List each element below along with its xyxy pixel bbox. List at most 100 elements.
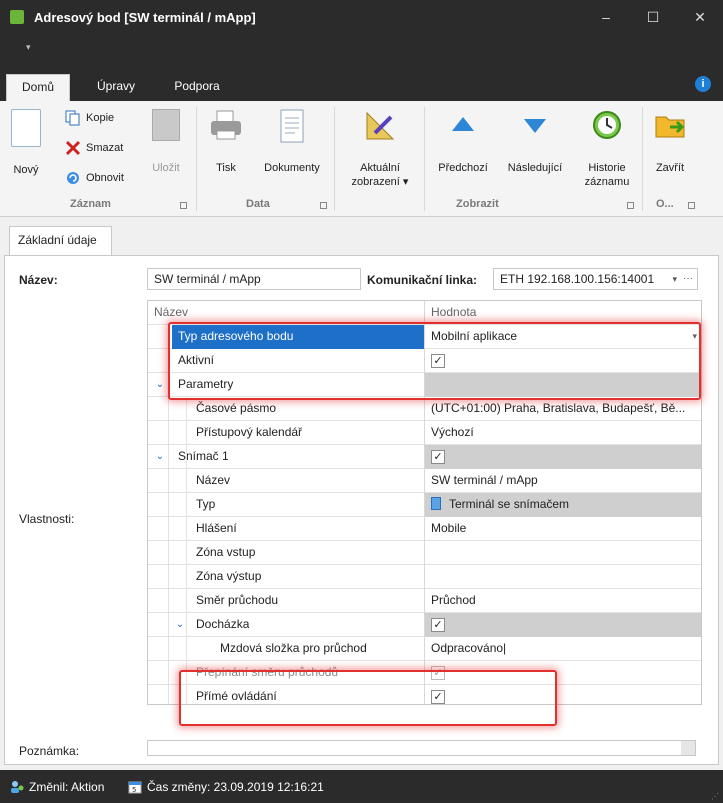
group-launcher-icon[interactable] (320, 202, 327, 209)
tab-home[interactable]: Domů (6, 74, 70, 102)
clock-history-icon (591, 109, 623, 141)
ellipsis-button-icon[interactable]: ··· (683, 269, 693, 289)
active-checkbox[interactable]: ✓ (431, 354, 445, 368)
grid-row-reader-name[interactable]: Název SW terminál / mApp (148, 469, 701, 493)
close-record-label: Zavřít (655, 162, 685, 174)
grid-header: Název Hodnota (148, 301, 701, 325)
properties-label: Vlastnosti: (19, 512, 75, 526)
grid-row-value[interactable]: Průchod (424, 589, 701, 613)
grid-row-value[interactable] (424, 565, 701, 589)
grid-row-value[interactable]: (UTC+01:00) Praha, Bratislava, Budapešť,… (424, 397, 701, 421)
grid-row-name: Typ adresového bodu (172, 325, 424, 349)
grid-row-name: Zóna výstup (196, 569, 262, 583)
grid-row-value[interactable]: SW terminál / mApp (424, 469, 701, 493)
documents-button[interactable]: Dokumenty (258, 109, 326, 175)
group-separator (424, 107, 425, 211)
document-icon (279, 109, 305, 143)
grid-row-name: Mzdová složka pro průchod (220, 641, 367, 655)
grid-row-pass-direction[interactable]: Směr průchodu Průchod (148, 589, 701, 613)
comm-line-label: Komunikační linka: (367, 273, 478, 287)
grid-row-wage-component[interactable]: Mzdová složka pro průchod Odpracováno| (148, 637, 701, 661)
grid-row-value-cell[interactable]: ✓ (424, 349, 701, 373)
comm-line-select[interactable]: ETH 192.168.100.156:14001 ▾ ··· (493, 268, 698, 290)
attendance-checkbox[interactable]: ✓ (431, 618, 445, 632)
grid-row-name: Snímač 1 (178, 449, 229, 463)
reader-checkbox[interactable]: ✓ (431, 450, 445, 464)
grid-row-name: Parametry (178, 377, 234, 391)
delete-button[interactable]: Smazat (64, 137, 123, 159)
grid-row-value[interactable]: Mobile (424, 517, 701, 541)
grid-row-value[interactable] (424, 541, 701, 565)
grid-row-attendance[interactable]: ⌄ Docházka ✓ (148, 613, 701, 637)
grid-row-value-cell: Terminál se snímačem (424, 493, 701, 517)
history-button[interactable]: Historie záznamu (576, 109, 638, 189)
grid-row-value[interactable]: Výchozí (424, 421, 701, 445)
tab-edit[interactable]: Úpravy (86, 74, 146, 102)
previous-label: Předchozí (438, 162, 488, 174)
grid-row-zone-in[interactable]: Zóna vstup (148, 541, 701, 565)
save-button[interactable]: Uložit (146, 109, 186, 175)
refresh-button[interactable]: Obnovit (64, 167, 124, 189)
grid-row-parameters[interactable]: ⌄ Parametry (148, 373, 701, 397)
grid-row-name: Přímé ovládání (196, 689, 277, 703)
info-icon[interactable]: i (695, 76, 711, 92)
name-input[interactable]: SW terminál / mApp (147, 268, 361, 290)
collapse-chevron-icon[interactable]: ⌄ (152, 373, 168, 397)
grid-row-value: Mobilní aplikace (431, 329, 518, 343)
change-time-item: 5 Čas změny: 23.09.2019 12:16:21 (128, 780, 324, 794)
copy-button[interactable]: Kopie (64, 107, 114, 129)
collapse-chevron-icon[interactable]: ⌄ (152, 445, 168, 469)
grid-row-access-calendar[interactable]: Přístupový kalendář Výchozí (148, 421, 701, 445)
grid-row-name: Název (196, 473, 231, 487)
next-button[interactable]: Následující (502, 109, 568, 175)
grid-row-reader-type[interactable]: Typ Terminál se snímačem (148, 493, 701, 517)
close-button[interactable]: ✕ (677, 0, 723, 34)
tab-support[interactable]: Podpora (164, 74, 230, 102)
group-launcher-icon[interactable] (688, 202, 695, 209)
new-button[interactable]: Nový (8, 109, 44, 177)
delete-icon (64, 139, 82, 157)
dropdown-chevron-icon[interactable]: ▾ (672, 269, 677, 289)
grid-row-time-zone[interactable]: Časové pásmo (UTC+01:00) Praha, Bratisla… (148, 397, 701, 421)
group-launcher-icon[interactable] (627, 202, 634, 209)
grid-row-report[interactable]: Hlášení Mobile (148, 517, 701, 541)
print-button[interactable]: Tisk (204, 109, 248, 175)
grid-row-direct-control[interactable]: Přímé ovládání ✓ (148, 685, 701, 704)
grid-row-value[interactable]: Odpracováno| (424, 637, 701, 661)
grid-row-value-cell[interactable]: ✓ (424, 613, 701, 637)
copy-label: Kopie (86, 112, 115, 124)
direct-control-checkbox[interactable]: ✓ (431, 690, 445, 704)
property-grid: Název Hodnota Typ adresového bodu Mobiln… (147, 300, 702, 705)
dropdown-chevron-icon[interactable]: ▾ (692, 325, 697, 348)
quick-access-dropdown-icon[interactable]: ▾ (26, 42, 31, 52)
grid-row-name: Hlášení (196, 521, 237, 535)
note-scrollbar[interactable] (681, 741, 695, 755)
grid-row-direction-switching[interactable]: Přepínání směru průchodů ✓ (148, 661, 701, 685)
grid-row-zone-out[interactable]: Zóna výstup (148, 565, 701, 589)
grid-row-point-type[interactable]: Typ adresového bodu Mobilní aplikace ▾ (148, 325, 701, 349)
note-input[interactable] (147, 740, 696, 756)
group-separator (642, 107, 643, 211)
grid-row-value-cell[interactable]: ✓ (424, 445, 701, 469)
tab-basic-info[interactable]: Základní údaje (9, 226, 112, 255)
grid-row-active[interactable]: Aktivní ✓ (148, 349, 701, 373)
resize-grip-icon[interactable]: ⋰ (711, 792, 719, 801)
group-launcher-icon[interactable] (180, 202, 187, 209)
next-label: Následující (507, 162, 563, 174)
close-record-button[interactable]: Zavřít (648, 109, 692, 175)
grid-row-reader-1[interactable]: ⌄ Snímač 1 ✓ (148, 445, 701, 469)
status-bar: Změnil: Aktion 5 Čas změny: 23.09.2019 1… (0, 770, 723, 803)
maximize-button[interactable]: ☐ (630, 0, 676, 34)
direction-switching-checkbox[interactable]: ✓ (431, 666, 445, 680)
grid-row-value-cell[interactable]: ✓ (424, 685, 701, 704)
previous-button[interactable]: Předchozí (432, 109, 494, 175)
comm-line-value: ETH 192.168.100.156:14001 (500, 272, 655, 286)
quick-access-toolbar: ▾ (0, 34, 723, 62)
print-label: Tisk (216, 162, 236, 174)
grid-row-value-cell[interactable]: ✓ (424, 661, 701, 685)
current-view-button[interactable]: Aktuální zobrazení ▾ (342, 109, 418, 189)
minimize-button[interactable]: ‒ (583, 0, 629, 34)
save-label: Uložit (152, 162, 180, 174)
point-type-select[interactable]: Mobilní aplikace ▾ (424, 325, 701, 349)
group-separator (334, 107, 335, 211)
